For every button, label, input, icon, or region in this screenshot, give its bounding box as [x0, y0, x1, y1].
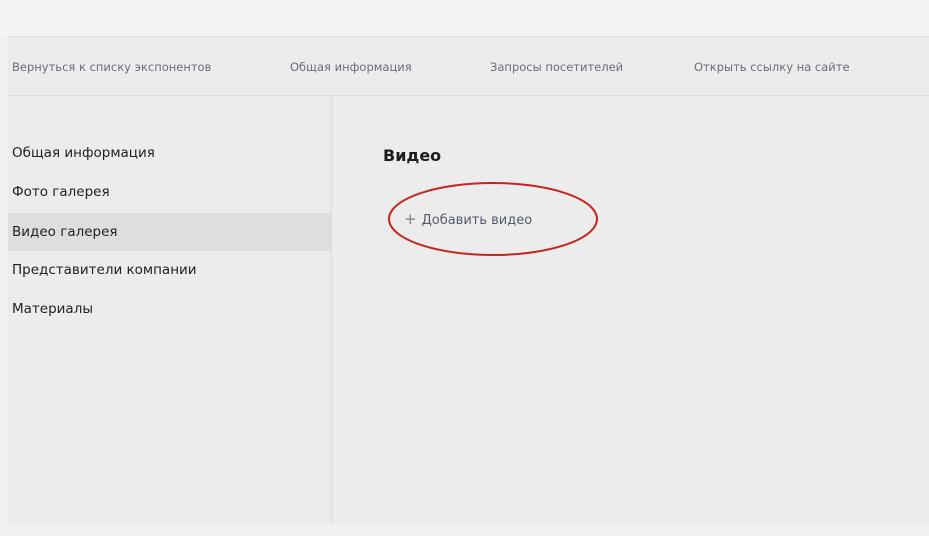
tab-general-info[interactable]: Общая информация	[290, 60, 412, 74]
sidebar-item-photo-gallery[interactable]: Фото галерея	[8, 173, 331, 211]
sidebar: Общая информация Фото галерея Видео гале…	[8, 96, 332, 525]
exhibitor-panel: Вернуться к списку экспонентов Общая инф…	[8, 36, 929, 525]
plus-icon: +	[404, 210, 417, 228]
sidebar-item-video-gallery[interactable]: Видео галерея	[8, 213, 331, 251]
sidebar-item-company-representatives[interactable]: Представители компании	[8, 251, 331, 289]
back-to-exhibitors-link[interactable]: Вернуться к списку экспонентов	[12, 60, 211, 74]
add-video-button[interactable]: + Добавить видео	[404, 210, 532, 228]
add-video-label: Добавить видео	[421, 213, 533, 228]
window-top-strip	[0, 0, 929, 36]
sidebar-item-general-info[interactable]: Общая информация	[8, 134, 331, 172]
sidebar-item-materials[interactable]: Материалы	[8, 290, 331, 328]
open-site-link[interactable]: Открыть ссылку на сайте	[694, 60, 850, 74]
tab-visitor-requests[interactable]: Запросы посетителей	[490, 60, 623, 74]
main-content: Видео + Добавить видео	[332, 96, 929, 525]
top-navigation: Вернуться к списку экспонентов Общая инф…	[8, 37, 929, 96]
page-title: Видео	[383, 146, 442, 165]
